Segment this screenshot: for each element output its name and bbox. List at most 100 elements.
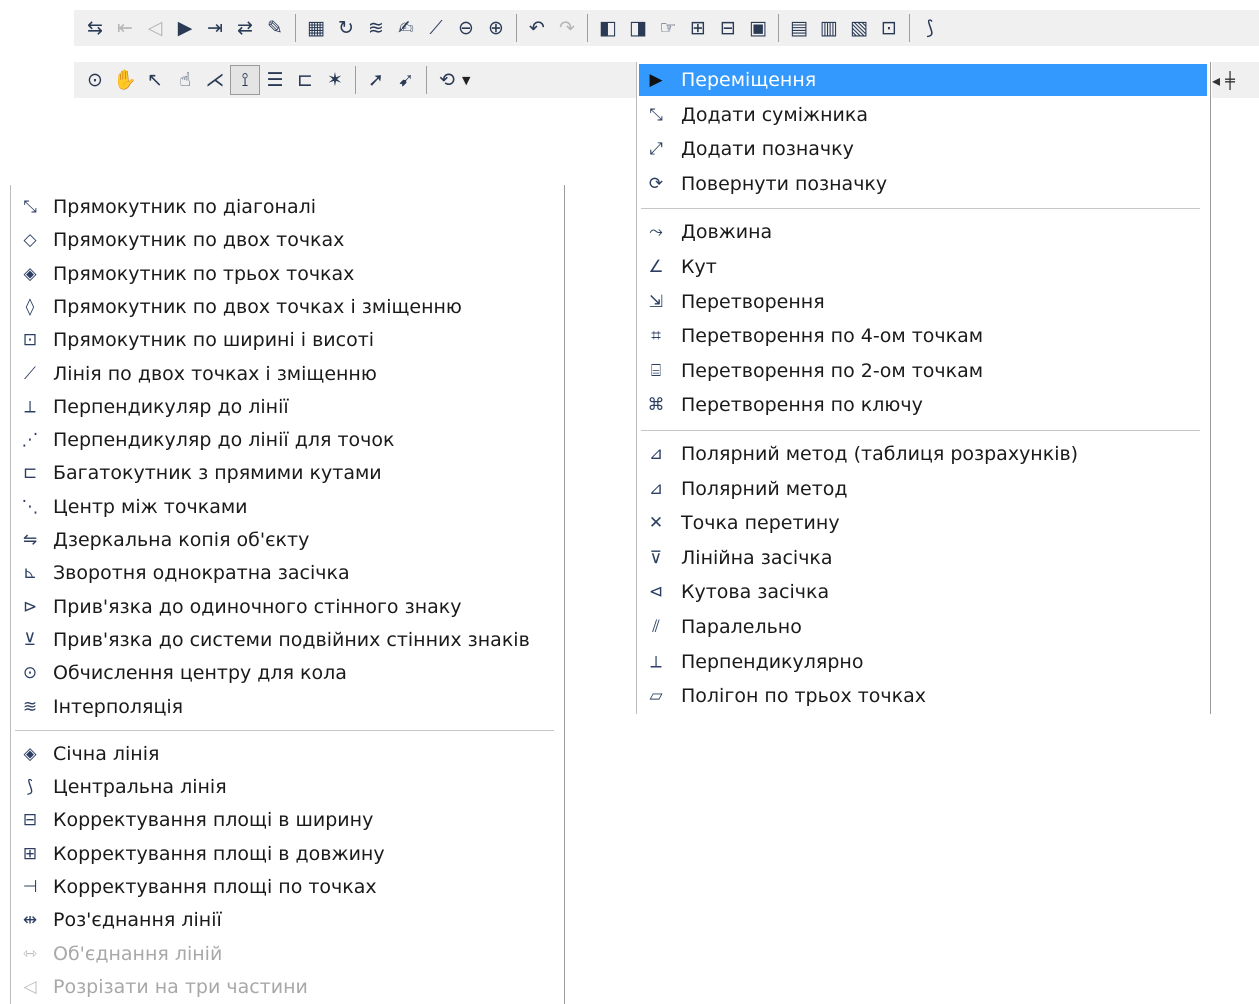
menu-item-polar-method[interactable]: ⊿ Полярний метод xyxy=(639,473,1207,505)
angular-resection-icon: ⊲ xyxy=(648,582,664,603)
merge-object-icon[interactable]: ⊟ xyxy=(713,13,743,43)
menu-item-inverse-resection[interactable]: ⊾ Зворотня однократна засічка xyxy=(13,557,561,589)
add-neighbor-icon: ⤡ xyxy=(649,104,663,125)
menu-item-rotate-marker[interactable]: ⟳ Повернути позначку xyxy=(639,168,1207,200)
draw-lines-icon[interactable]: ⋌ xyxy=(200,65,230,95)
photo-icon[interactable]: ▣ xyxy=(743,13,773,43)
parallel-icon: ⫽ xyxy=(652,617,660,637)
snap-cursor-icon[interactable]: ⟟ xyxy=(230,65,260,95)
menu-item-label: Перетворення xyxy=(681,290,825,313)
menu-item-polygon-3-points[interactable]: ▱ Полігон по трьох точках xyxy=(639,680,1207,712)
angle-icon: ∠ xyxy=(648,257,664,277)
menu-item-area-points-correction[interactable]: ⊣ Корректування площі по точках xyxy=(13,871,561,903)
menu-item-central-line[interactable]: ⟆ Центральна лінія xyxy=(13,771,561,803)
menu-item-intersection-point[interactable]: ✕ Точка перетину xyxy=(639,507,1207,539)
pan-hand-icon[interactable]: ✋ xyxy=(110,65,140,95)
document-edit-icon[interactable]: ✍ xyxy=(391,13,421,43)
report-icon[interactable]: ▤ xyxy=(784,13,814,43)
toolbar-overflow-edge[interactable]: ◂ ╪ xyxy=(1212,62,1259,98)
menu-item-rect-two-points[interactable]: ◇ Прямокутник по двох точках xyxy=(13,224,561,256)
menu-item-bind-wall-sign[interactable]: ⊳ Прив'язка до одиночного стінного знаку xyxy=(13,591,561,623)
split-object-icon[interactable]: ⊞ xyxy=(683,13,713,43)
area-points-correction-icon: ⊣ xyxy=(22,877,38,897)
add-marker-icon: ⤢ xyxy=(649,139,663,160)
menu-item-rect-width-height[interactable]: ⊡ Прямокутник по ширині і висоті xyxy=(13,324,561,356)
menu-item-label: Зворотня однократна засічка xyxy=(53,562,350,585)
menu-item-mirror-copy[interactable]: ⇋ Дзеркальна копія об'єкту xyxy=(13,524,561,556)
menu-item-linear-resection[interactable]: ⊽ Лінійна засічка xyxy=(639,542,1207,574)
menu-item-label: Додати суміжника xyxy=(681,103,869,126)
print-document-icon[interactable]: ▧ xyxy=(844,13,874,43)
add-row-icon[interactable]: ⇆ xyxy=(80,13,110,43)
toolbar-separator xyxy=(909,14,910,42)
menu-item-label: Перпендикуляр до лінії xyxy=(53,395,289,418)
menu-item-area-length-correction[interactable]: ⊞ Корректування площі в довжину xyxy=(13,838,561,870)
menu-item-line-two-points-offset[interactable]: ⟋ Лінія по двох точках і зміщенню xyxy=(13,358,561,390)
menu-item-label: Інтерполяція xyxy=(53,695,184,718)
layers-icon[interactable]: ≋ xyxy=(361,13,391,43)
menu-item-interpolation[interactable]: ≋ Інтерполяція xyxy=(13,691,561,723)
green-arrow-icon[interactable]: ➚ xyxy=(361,65,391,95)
menu-item-transformation[interactable]: ⇲ Перетворення xyxy=(639,286,1207,318)
select-hand-icon[interactable]: ☝ xyxy=(170,65,200,95)
polyline-icon[interactable]: ⟋ xyxy=(421,13,451,43)
undo-icon[interactable]: ↶ xyxy=(522,13,552,43)
report-list-icon[interactable]: ▥ xyxy=(814,13,844,43)
zoom-out-icon[interactable]: ⊖ xyxy=(451,13,481,43)
menu-item-secant-line[interactable]: ◈ Січна лінія xyxy=(13,738,561,770)
first-record-icon[interactable]: ⇤ xyxy=(110,13,140,43)
node-tree-icon[interactable]: ⊏ xyxy=(290,65,320,95)
menu-item-transform-4-points[interactable]: ⌗ Перетворення по 4-ом точкам xyxy=(639,320,1207,352)
zoom-in-icon[interactable]: ⊕ xyxy=(481,13,511,43)
more-tools-icon[interactable]: ⟆ xyxy=(915,13,945,43)
document-stamp-icon[interactable]: ✎ xyxy=(260,13,290,43)
zoom-window-icon[interactable]: ⊙ xyxy=(80,65,110,95)
menu-item-angle[interactable]: ∠ Кут xyxy=(639,251,1207,283)
menu-item-parallel[interactable]: ⫽ Паралельно xyxy=(639,611,1207,643)
hand-point-icon[interactable]: ☞ xyxy=(653,13,683,43)
toolbar-separator xyxy=(426,66,427,94)
menu-item-circle-center[interactable]: ⊙ Обчислення центру для кола xyxy=(13,657,561,689)
menu-item-polar-method-table[interactable]: ⊿ Полярний метод (таблиця розрахунків) xyxy=(639,438,1207,470)
dropdown-arrow-icon[interactable]: ▼ xyxy=(462,74,476,87)
menu-item-bind-double-wall-signs[interactable]: ⊻ Прив'язка до системи подвійних стінних … xyxy=(13,624,561,656)
insert-point-icon[interactable]: ⇄ xyxy=(230,13,260,43)
frame-left-icon[interactable]: ◧ xyxy=(593,13,623,43)
mirror-copy-icon: ⇋ xyxy=(22,530,38,550)
select-arrow-icon[interactable]: ↖ xyxy=(140,65,170,95)
menu-item-rect-diagonal[interactable]: ⤡ Прямокутник по діагоналі xyxy=(13,191,561,223)
menu-item-length[interactable]: ⤳ Довжина xyxy=(639,216,1207,248)
menu-item-angular-resection[interactable]: ⊲ Кутова засічка xyxy=(639,576,1207,608)
stacked-lines-icon[interactable]: ☰ xyxy=(260,65,290,95)
menu-item-add-neighbor[interactable]: ⤡ Додати суміжника xyxy=(639,99,1207,131)
menu-item-label: Прямокутник по двох точках і зміщенню xyxy=(53,295,462,318)
menu-item-area-width-correction[interactable]: ⊟ Корректування площі в ширину xyxy=(13,804,561,836)
refresh-layer-icon[interactable]: ↻ xyxy=(331,13,361,43)
menu-item-center-between-points[interactable]: ⋱ Центр між точками xyxy=(13,491,561,523)
menu-item-rect-three-points[interactable]: ◈ Прямокутник по трьох точках xyxy=(13,258,561,290)
redo-icon[interactable]: ↷ xyxy=(552,13,582,43)
menu-item-transform-2-points[interactable]: ⌸ Перетворення по 2-ом точкам xyxy=(639,355,1207,387)
frame-right-icon[interactable]: ◨ xyxy=(623,13,653,43)
previous-record-icon[interactable]: ◁ xyxy=(140,13,170,43)
menu-item-perpendicular-to-line[interactable]: ⟂ Перпендикуляр до лінії xyxy=(13,391,561,423)
menu-item-transform-by-key[interactable]: ⌘ Перетворення по ключу xyxy=(639,389,1207,421)
menu-item-move[interactable]: ▶ Переміщення xyxy=(639,64,1207,96)
transform-tool-icon[interactable]: ⟲ xyxy=(432,65,462,95)
menu-item-label: Переміщення xyxy=(681,69,817,91)
magic-lines-icon[interactable]: ✶ xyxy=(320,65,350,95)
menu-item-perpendicular[interactable]: ⟂ Перпендикулярно xyxy=(639,646,1207,678)
menu-item-right-angle-polygon[interactable]: ⊏ Багатокутник з прямими кутами xyxy=(13,457,561,489)
menu-item-label: Багатокутник з прямими кутами xyxy=(53,462,382,485)
next-record-icon[interactable]: ▶ xyxy=(170,13,200,43)
red-arrow-icon[interactable]: ➹ xyxy=(391,65,421,95)
menu-item-rect-two-points-offset[interactable]: ◊ Прямокутник по двох точках і зміщенню xyxy=(13,291,561,323)
menu-item-label: Лінійна засічка xyxy=(681,546,833,569)
menu-item-label: Корректування площі по точках xyxy=(53,876,377,898)
menu-item-perpendicular-to-line-points[interactable]: ⋰ Перпендикуляр до лінії для точок xyxy=(13,424,561,456)
table-icon[interactable]: ▦ xyxy=(301,13,331,43)
menu-item-split-line[interactable]: ⇹ Роз'єднання лінії xyxy=(13,904,561,936)
grid-frame-icon[interactable]: ⊡ xyxy=(874,13,904,43)
last-record-icon[interactable]: ⇥ xyxy=(200,13,230,43)
menu-item-add-marker[interactable]: ⤢ Додати позначку xyxy=(639,133,1207,165)
